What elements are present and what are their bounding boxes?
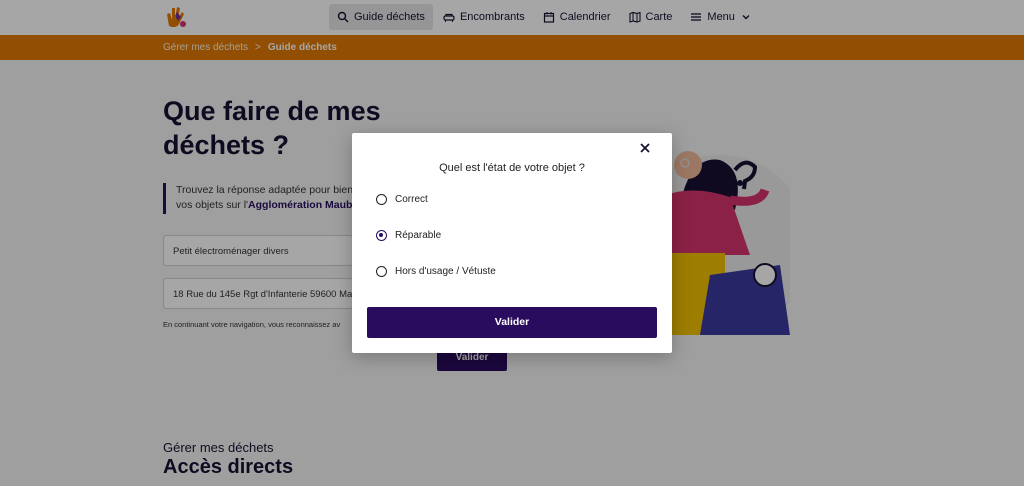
- option-hors-usage[interactable]: Hors d'usage / Vétuste: [376, 266, 496, 277]
- modal-question: Quel est l'état de votre objet ?: [439, 162, 585, 174]
- radio-reparable[interactable]: [376, 230, 387, 241]
- option-correct[interactable]: Correct: [376, 194, 428, 205]
- option-label: Correct: [395, 194, 428, 205]
- validate-button[interactable]: Valider: [367, 307, 657, 338]
- radio-hors-usage[interactable]: [376, 266, 387, 277]
- option-reparable[interactable]: Réparable: [376, 230, 441, 241]
- radio-correct[interactable]: [376, 194, 387, 205]
- state-modal: Quel est l'état de votre objet ? Correct…: [352, 133, 672, 353]
- close-icon[interactable]: [638, 141, 652, 155]
- option-label: Hors d'usage / Vétuste: [395, 266, 496, 277]
- option-label: Réparable: [395, 230, 442, 241]
